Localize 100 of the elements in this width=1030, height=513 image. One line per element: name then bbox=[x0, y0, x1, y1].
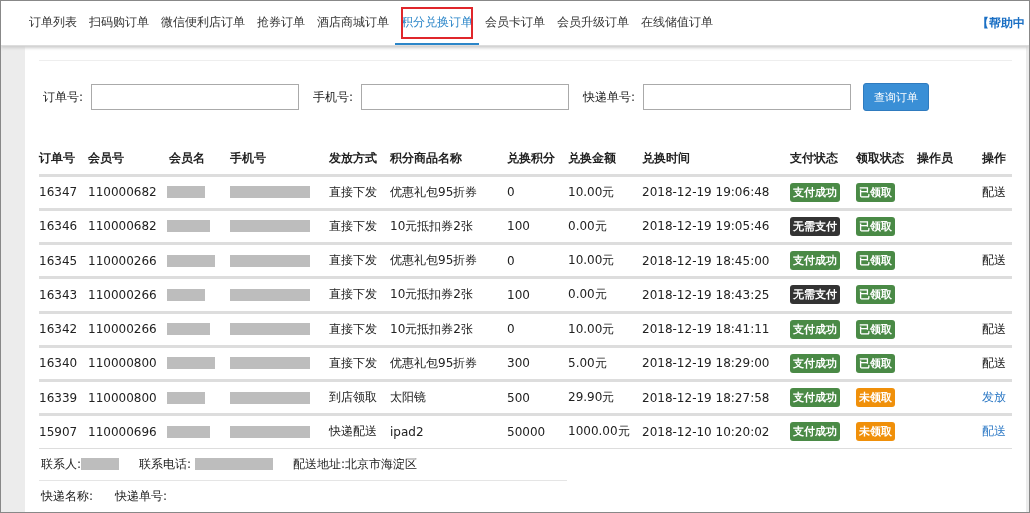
table-cell-text: 10.00元 bbox=[568, 252, 616, 270]
status-badge: 支付成功 bbox=[790, 388, 840, 408]
table-cell-text: 直接下发 bbox=[329, 320, 378, 338]
input-field[interactable] bbox=[361, 84, 570, 110]
table-cell-text: 100 bbox=[507, 219, 531, 234]
table-cell-text: 2018-12-19 19:06:48 bbox=[642, 185, 771, 200]
table-cell-text: 直接下发 bbox=[329, 183, 378, 201]
table-cell-text: 110000800 bbox=[88, 356, 158, 371]
table-cell-text: 优惠礼包95折券 bbox=[390, 183, 479, 201]
table-cell-text: 1000.00元 bbox=[568, 423, 631, 441]
redaction-bar bbox=[167, 425, 210, 438]
column-header: 兑换金额 bbox=[568, 150, 617, 168]
delivery-address: 配送地址:北京市海淀区 bbox=[293, 455, 418, 473]
table-cell-text: 2018-12-19 18:45:00 bbox=[642, 253, 771, 268]
redaction-bar bbox=[167, 186, 205, 199]
input-field[interactable] bbox=[91, 84, 300, 110]
redaction-bar bbox=[167, 357, 215, 370]
table-cell-text: 110000266 bbox=[88, 322, 158, 337]
table-cell-text: 10元抵扣券2张 bbox=[390, 286, 474, 304]
table-cell-text: 0 bbox=[507, 253, 516, 268]
table-cell-text: 110000266 bbox=[88, 253, 158, 268]
table-cell-text: 10元抵扣券2张 bbox=[390, 217, 474, 235]
redaction-bar bbox=[167, 254, 215, 267]
table-cell-text: 16346 bbox=[39, 219, 79, 234]
phone-label: 联系电话: bbox=[139, 455, 192, 473]
table-cell-text: 16345 bbox=[39, 253, 79, 268]
table-cell-text: 110000696 bbox=[88, 424, 158, 439]
table-cell-text: 0.00元 bbox=[568, 286, 608, 304]
table-cell-text: 100 bbox=[507, 287, 531, 302]
table-cell-text: 16340 bbox=[39, 356, 79, 371]
column-header: 积分商品名称 bbox=[390, 150, 463, 168]
column-header: 领取状态 bbox=[856, 150, 905, 168]
table-cell-text: 2018-12-19 19:05:46 bbox=[642, 219, 771, 234]
status-badge: 未领取 bbox=[856, 388, 895, 408]
table-cell-text: 优惠礼包95折券 bbox=[390, 252, 479, 270]
tab[interactable]: 微信便利店订单 bbox=[155, 1, 251, 45]
status-badge: 支付成功 bbox=[790, 353, 840, 373]
status-badge: 支付成功 bbox=[790, 182, 840, 202]
table-cell-text: 2018-12-19 18:27:58 bbox=[642, 390, 771, 405]
redaction-bar bbox=[167, 323, 210, 336]
table-cell-text: 2018-12-19 18:41:11 bbox=[642, 322, 771, 337]
column-header: 支付状态 bbox=[790, 150, 839, 168]
table-cell-text: 300 bbox=[507, 356, 531, 371]
action-link[interactable]: 配送 bbox=[982, 183, 1012, 201]
tab[interactable]: 会员升级订单 bbox=[551, 1, 635, 45]
input-field[interactable] bbox=[643, 84, 852, 110]
table-cell-text: 10.00元 bbox=[568, 320, 616, 338]
contact-label: 联系人: bbox=[41, 455, 82, 473]
redaction-bar bbox=[167, 220, 210, 233]
column-header: 订单号 bbox=[39, 150, 76, 168]
tab[interactable]: 抢券订单 bbox=[251, 1, 311, 45]
action-link[interactable]: 配送 bbox=[982, 354, 1012, 372]
table-cell-text: 16339 bbox=[39, 390, 79, 405]
status-badge: 已领取 bbox=[856, 319, 895, 339]
help-link[interactable]: 【帮助中 bbox=[977, 14, 1025, 32]
table-cell-text: 15907 bbox=[39, 424, 79, 439]
status-badge: 已领取 bbox=[856, 182, 895, 202]
tab[interactable]: 在线储值订单 bbox=[635, 1, 719, 45]
action-link[interactable]: 配送 bbox=[982, 320, 1012, 338]
status-badge: 已领取 bbox=[856, 251, 895, 271]
table-cell-text: 110000682 bbox=[88, 219, 158, 234]
table-cell-text: 直接下发 bbox=[329, 354, 378, 372]
action-link[interactable]: 配送 bbox=[982, 252, 1012, 270]
field-label: 快递单号: bbox=[583, 88, 636, 106]
status-badge: 已领取 bbox=[856, 353, 895, 373]
column-header: 兑换时间 bbox=[642, 150, 691, 168]
action-link[interactable]: 发放 bbox=[982, 389, 1012, 407]
tab[interactable]: 酒店商城订单 bbox=[311, 1, 395, 45]
action-link[interactable]: 配送 bbox=[982, 423, 1012, 441]
status-badge: 无需支付 bbox=[790, 285, 840, 305]
table-cell-text: 500 bbox=[507, 390, 531, 405]
status-badge: 支付成功 bbox=[790, 251, 840, 271]
table-cell-text: 到店领取 bbox=[329, 389, 378, 407]
table-cell-text: 0 bbox=[507, 322, 516, 337]
tab[interactable]: 扫码购订单 bbox=[83, 1, 155, 45]
tab[interactable]: 订单列表 bbox=[23, 1, 83, 45]
table-cell-text: 直接下发 bbox=[329, 252, 378, 270]
table-cell-text: 直接下发 bbox=[329, 217, 378, 235]
table-cell-text: 2018-12-19 18:43:25 bbox=[642, 287, 771, 302]
table-cell-text: 16343 bbox=[39, 287, 79, 302]
column-header: 会员号 bbox=[88, 150, 125, 168]
table-cell-text: 29.90元 bbox=[568, 389, 616, 407]
status-badge: 支付成功 bbox=[790, 422, 840, 442]
courier-label: 快递名称: bbox=[41, 487, 94, 505]
table-cell-text: 2018-12-10 10:20:02 bbox=[642, 424, 771, 439]
table-cell-text: 0.00元 bbox=[568, 217, 608, 235]
redaction-bar bbox=[167, 391, 205, 404]
redaction-bar bbox=[167, 288, 205, 301]
table-cell-text: 直接下发 bbox=[329, 286, 378, 304]
table-cell-text: 16342 bbox=[39, 322, 79, 337]
status-badge: 无需支付 bbox=[790, 216, 840, 236]
tab[interactable]: 会员卡订单 bbox=[479, 1, 551, 45]
redaction-bar bbox=[81, 458, 120, 471]
column-header: 发放方式 bbox=[329, 150, 378, 168]
table-cell-text: 太阳镜 bbox=[390, 389, 427, 407]
table-cell-text: 10元抵扣券2张 bbox=[390, 320, 474, 338]
field-label: 订单号: bbox=[43, 88, 84, 106]
status-badge: 未领取 bbox=[856, 422, 895, 442]
column-header: 兑换积分 bbox=[507, 150, 556, 168]
column-header: 手机号 bbox=[230, 150, 267, 168]
